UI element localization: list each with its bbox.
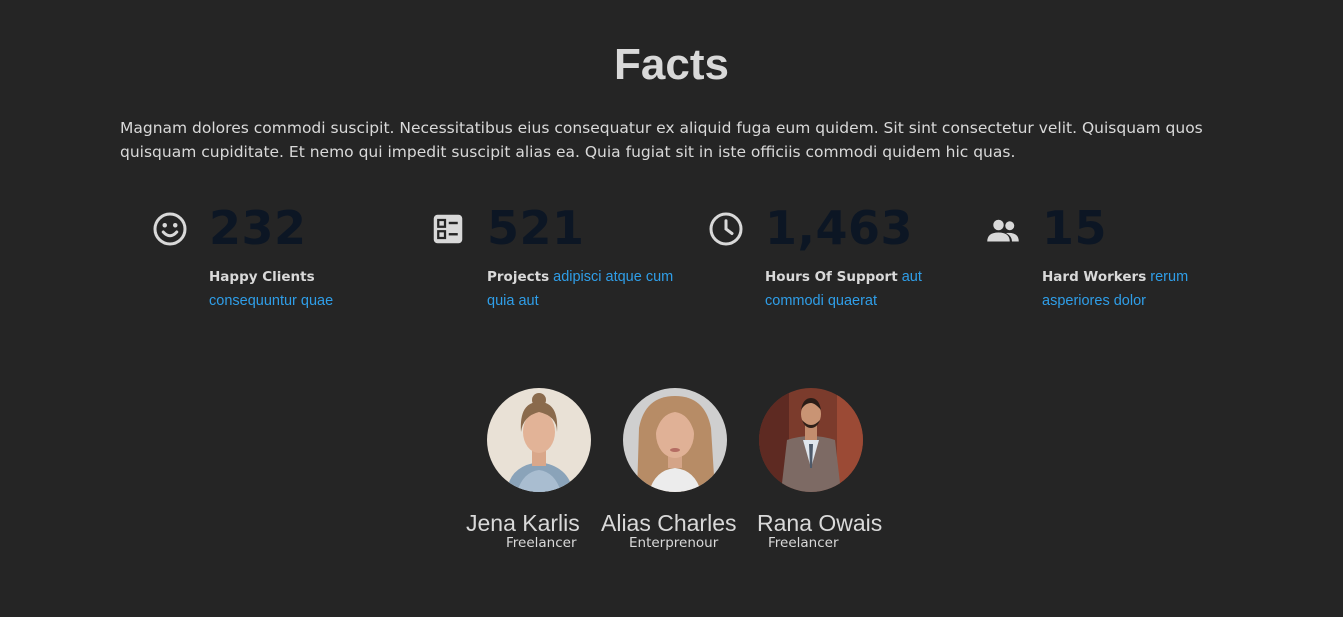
facts-counters: 232 Happy Clients consequuntur quae 521 P… xyxy=(152,201,1252,323)
avatar xyxy=(759,388,863,492)
count-label: Hours Of Support xyxy=(765,269,898,285)
member-name: Rana Owais xyxy=(757,510,883,536)
avatar xyxy=(487,388,591,492)
count-box-hours-support: 1,463 Hours Of Support aut commodi quaer… xyxy=(708,201,968,323)
member-role: Freelancer xyxy=(506,535,577,551)
member-name: Jena Karlis xyxy=(466,510,580,536)
count-number: 1,463 xyxy=(765,201,914,255)
count-description: Projects adipisci atque cum quia aut xyxy=(487,265,687,313)
count-number: 15 xyxy=(1042,201,1108,255)
smiley-face-icon xyxy=(152,211,188,247)
count-number: 521 xyxy=(487,201,585,255)
count-box-hard-workers: 15 Hard Workers rerum asperiores dolor xyxy=(985,201,1245,323)
count-number: 232 xyxy=(209,201,307,255)
count-box-happy-clients: 232 Happy Clients consequuntur quae xyxy=(152,201,412,323)
count-text: consequuntur quae xyxy=(209,293,334,309)
member-role: Freelancer xyxy=(768,535,839,551)
clock-icon xyxy=(708,211,744,247)
member-name: Alias Charles xyxy=(601,510,737,536)
count-description: Hard Workers rerum asperiores dolor xyxy=(1042,265,1242,313)
team-members: Jena Karlis Freelancer Alias Charles Ent… xyxy=(465,388,885,558)
count-label: Projects xyxy=(487,269,550,285)
people-group-icon xyxy=(985,213,1021,249)
section-intro: Magnam dolores commodi suscipit. Necessi… xyxy=(120,119,1203,161)
section-title: Facts xyxy=(614,40,729,89)
avatar xyxy=(623,388,727,492)
count-description: Hours Of Support aut commodi quaerat xyxy=(765,265,965,313)
member-role: Enterprenour xyxy=(629,535,719,551)
count-label: Happy Clients xyxy=(209,269,315,285)
count-description: Happy Clients consequuntur quae xyxy=(209,265,409,313)
count-box-projects: 521 Projects adipisci atque cum quia aut xyxy=(430,201,690,323)
list-document-icon xyxy=(430,211,466,247)
count-label: Hard Workers xyxy=(1042,269,1147,285)
